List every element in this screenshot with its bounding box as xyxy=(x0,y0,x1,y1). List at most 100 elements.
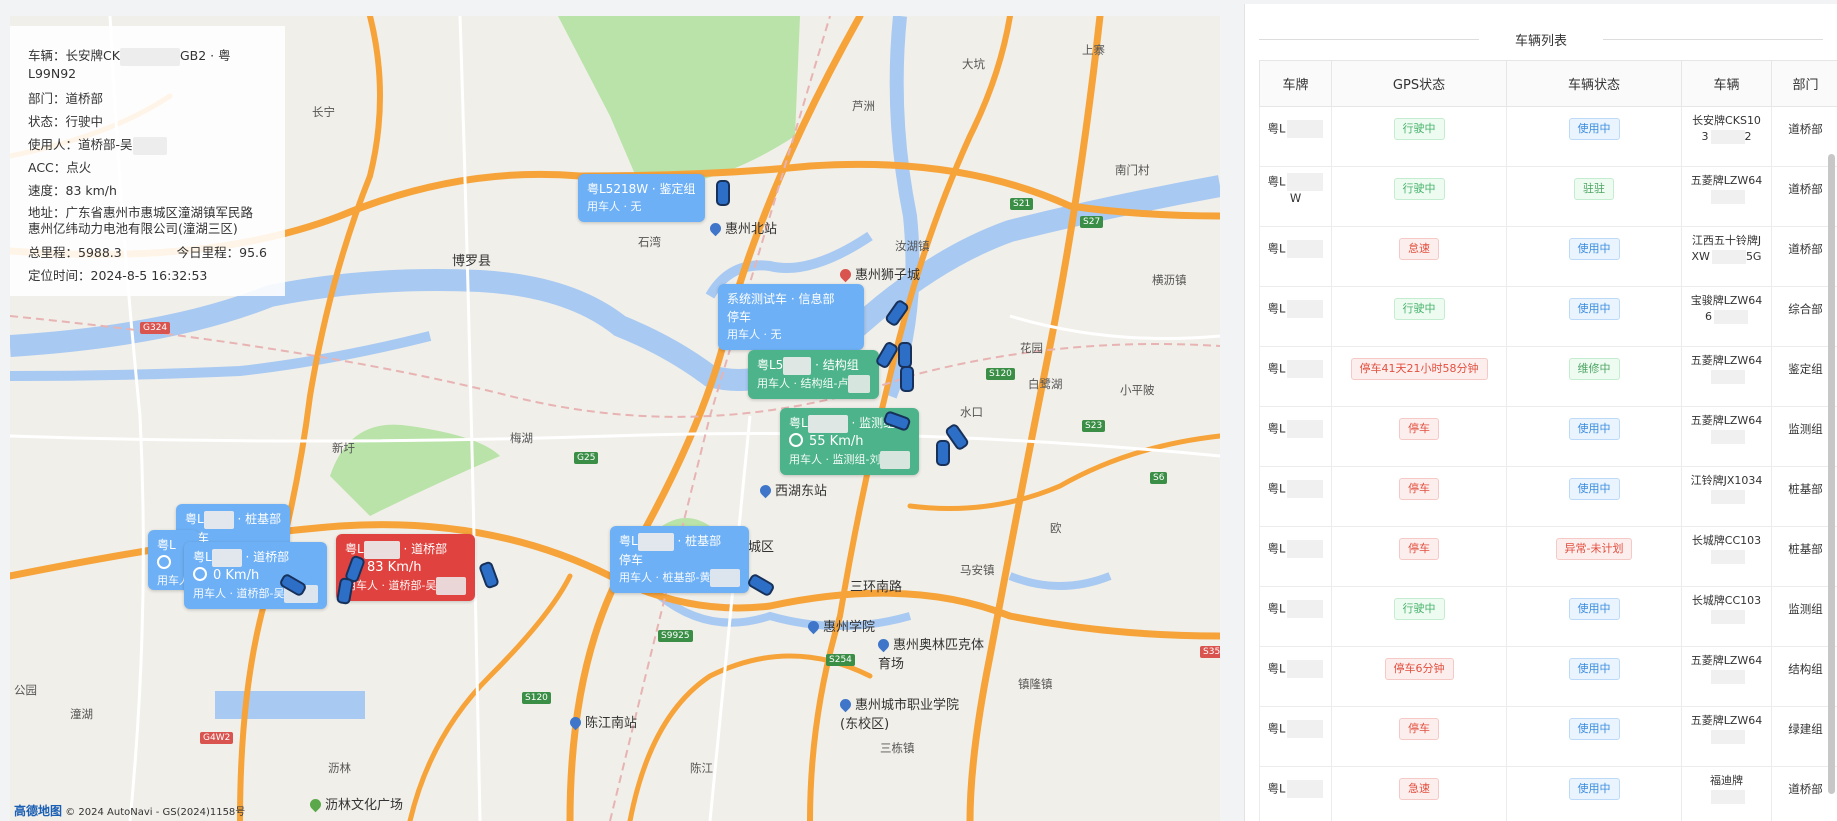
vehicle-bubble[interactable]: 系统测试车 · 信息部 停车 用车人 · 无 xyxy=(718,284,865,350)
table-row[interactable]: 粤L 行驶中 使用中 宝骏牌LZW64 6 综合部 xyxy=(1259,278,1837,339)
bubble-user: 用车人 · 监测组-刘 xyxy=(789,452,881,466)
redaction xyxy=(1287,719,1324,738)
car-marker-icon[interactable] xyxy=(898,342,912,368)
map-label-lion-city[interactable]: 惠州狮子城 xyxy=(837,264,921,283)
vehicle-table-body: 粤L 行驶中 使用中 长安牌CKS10 3 2 道桥部 粤L W 行驶中 驻驻 五菱牌LZW64 道桥部… xyxy=(1259,98,1837,819)
table-row[interactable]: 粤L 停车6分钟 使用中 五菱牌LZW64 结构组 xyxy=(1259,638,1837,699)
road-shield: S23 xyxy=(1082,420,1106,432)
info-locate-time: 定位时间：2024-8-5 16:32:53 xyxy=(28,268,208,283)
label-text: 惠州狮子城 xyxy=(855,268,921,283)
gps-status-badge: 行驶中 xyxy=(1393,117,1445,140)
cell-vehicle: 江西五十铃牌J XW 5G xyxy=(1681,218,1772,279)
vehicle-status-badge: 使用中 xyxy=(1568,117,1620,140)
redaction xyxy=(1710,429,1745,444)
table-row[interactable]: 粤L 停车 使用中 江铃牌JX1034 桩基部 xyxy=(1259,458,1837,519)
cell-vehicle: 五菱牌LZW64 xyxy=(1681,338,1772,399)
cell-dept: 道桥部 xyxy=(1771,98,1837,159)
cell-gps-status: 停车6分钟 xyxy=(1331,638,1507,699)
map-label-olympic-stadium[interactable]: 惠州奥林匹克体育场 xyxy=(875,634,988,672)
map-view[interactable]: 惠州北站 惠州狮子城 西湖东站 惠城区 三环南路 惠州学院 惠州奥林匹克体育场 … xyxy=(10,16,1220,821)
gps-status-badge: 急速 xyxy=(1399,777,1439,800)
redaction xyxy=(1710,669,1745,684)
cell-vehicle: 长安牌CKS10 3 2 xyxy=(1681,98,1772,159)
bubble-sub: 用车人 · 无 xyxy=(727,328,782,341)
gps-status-badge: 停车6分钟 xyxy=(1384,657,1454,680)
redaction xyxy=(1287,239,1324,258)
stadium-icon xyxy=(875,636,892,653)
cell-gps-status: 停车41天21小时58分钟 xyxy=(1331,338,1507,399)
bubble-title: 粤L5218W · 鉴定组 xyxy=(587,182,696,196)
car-marker-icon[interactable] xyxy=(716,180,730,206)
redaction xyxy=(1710,369,1745,384)
plate-text: 粤L xyxy=(1267,361,1286,375)
vehicle-model-line2-text: 3 xyxy=(1701,129,1709,143)
vehicle-bubble[interactable]: 粤L · 桩基部 停车 用车人 · 桩基部-黄 xyxy=(610,526,750,593)
map-label-shuikou: 水口 xyxy=(960,405,983,419)
label-text: 惠州学院 xyxy=(823,620,876,635)
table-row[interactable]: 粤L 停车41天21小时58分钟 维修中 五菱牌LZW64 鉴定组 xyxy=(1259,338,1837,399)
map-label-vocational-college[interactable]: 惠州城市职业学院(东校区) xyxy=(837,694,970,732)
info-total-mileage: 总里程：5988.3 xyxy=(28,245,122,260)
bubble-user: 用车人 · 道桥部-吴 xyxy=(345,578,437,592)
bubble-title: 粤L · 道桥部 xyxy=(345,540,466,559)
table-row[interactable]: 粤L 行驶中 使用中 长安牌CKS10 3 2 道桥部 xyxy=(1259,98,1837,159)
map-label-park: 公园 xyxy=(14,683,37,697)
table-row[interactable]: 粤L 怠速 使用中 江西五十铃牌J XW 5G 道桥部 xyxy=(1259,218,1837,279)
redaction xyxy=(211,548,242,567)
map-label-sandong: 三栋镇 xyxy=(880,741,915,755)
vehicle-bubble[interactable]: 粤L · 道桥部 0 Km/h 用车人 · 道桥部-吴 xyxy=(184,542,328,609)
station-icon xyxy=(707,220,724,237)
school-icon xyxy=(805,618,822,635)
table-row[interactable]: 粤L 行驶中 使用中 长城牌CC103 监测组 xyxy=(1259,578,1837,639)
vehicle-bubble[interactable]: 粤L5 · 结构组 用车人 · 结构组-卢 xyxy=(748,350,880,399)
cell-gps-status: 停车 xyxy=(1331,698,1507,759)
map-label-chenjiang-south[interactable]: 陈江南站 xyxy=(567,712,637,731)
map-logo: 高德地图 xyxy=(14,804,63,818)
table-row[interactable]: 粤L W 行驶中 驻驻 五菱牌LZW64 道桥部 xyxy=(1259,158,1837,219)
map-label-lilin-culture[interactable]: 沥林文化广场 xyxy=(307,794,403,813)
vehicle-status-badge: 驻驻 xyxy=(1574,177,1614,200)
redaction xyxy=(1710,129,1745,144)
redaction xyxy=(1714,309,1748,324)
vehicle-status-badge: 使用中 xyxy=(1568,237,1620,260)
table-row[interactable]: 粤L 停车 使用中 五菱牌LZW64 监测组 xyxy=(1259,398,1837,459)
car-marker-icon[interactable] xyxy=(936,440,950,466)
bubble-title: 粤L · 桩基部 xyxy=(619,532,740,551)
vehicle-bubble[interactable]: 粤L5218W · 鉴定组 用车人 · 无 xyxy=(578,174,705,222)
redaction xyxy=(1287,299,1324,318)
map-label-huizhou-university[interactable]: 惠州学院 xyxy=(805,616,876,635)
map-label-shiwan: 石湾 xyxy=(638,235,661,249)
table-row[interactable]: 粤L 停车 异常-未计划 长城牌CC103 桩基部 xyxy=(1259,518,1837,579)
vehicle-model: 江铃牌JX1034 xyxy=(1690,473,1763,487)
bubble-sub: 用车人 · 道桥部-吴 xyxy=(345,576,467,595)
cell-gps-status: 行驶中 xyxy=(1331,578,1507,639)
map-label-xihu-east[interactable]: 西湖东站 xyxy=(757,480,827,499)
redaction xyxy=(637,532,674,551)
cell-vehicle-status: 异常-未计划 xyxy=(1506,518,1682,579)
table-row[interactable]: 粤L 急速 使用中 福迪牌 道桥部 xyxy=(1259,758,1837,819)
cell-vehicle-status: 驻驻 xyxy=(1506,158,1682,219)
vehicle-model-line2 xyxy=(1682,429,1771,445)
redaction xyxy=(1711,249,1746,264)
map-label-zhenlong: 镇隆镇 xyxy=(1018,677,1053,691)
cell-vehicle-status: 使用中 xyxy=(1506,98,1682,159)
road-shield: S120 xyxy=(986,368,1015,380)
cell-plate: 粤L xyxy=(1259,338,1332,399)
vehicle-status-badge: 维修中 xyxy=(1568,357,1620,380)
car-marker-icon[interactable] xyxy=(900,366,914,392)
map-label-ruhu: 汝湖镇 xyxy=(895,239,930,253)
label-text: 惠州城市职业学院(东校区) xyxy=(840,698,960,732)
table-row[interactable]: 粤L 停车 使用中 五菱牌LZW64 绿建组 xyxy=(1259,698,1837,759)
cell-gps-status: 停车 xyxy=(1331,398,1507,459)
info-mileage: 总里程：5988.3 今日里程：95.6 xyxy=(28,241,267,264)
bubble-speed-text: 0 Km/h xyxy=(213,567,260,583)
school-icon xyxy=(837,696,854,713)
redaction xyxy=(783,356,812,375)
road-shield: S27 xyxy=(1080,216,1104,228)
map-label-huizhou-north[interactable]: 惠州北站 xyxy=(707,218,777,237)
table-scrollbar[interactable] xyxy=(1828,154,1835,794)
cell-vehicle-status: 使用中 xyxy=(1506,698,1682,759)
cell-vehicle: 福迪牌 xyxy=(1681,758,1772,819)
map-label-xinwei: 新圩 xyxy=(332,441,355,455)
cell-gps-status: 急速 xyxy=(1331,758,1507,819)
